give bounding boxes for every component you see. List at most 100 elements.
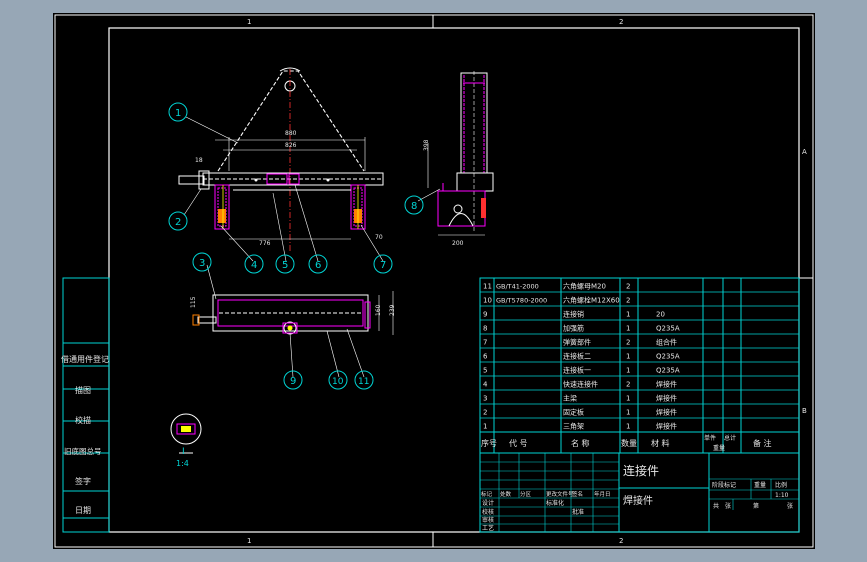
dim-front-880: 880: [285, 130, 297, 137]
tb-role: 校核: [482, 508, 494, 516]
bom-row-material: 20: [656, 311, 665, 319]
balloon-9: 9: [290, 376, 296, 387]
bom-row-name: 主梁: [563, 394, 577, 403]
bom-row-code: GB/T5780-2000: [496, 297, 547, 305]
leaders: [183, 116, 441, 378]
tb-change-col: 标记: [481, 490, 493, 498]
bom-row-qty: 2: [626, 283, 630, 291]
bom-row-no: 7: [483, 339, 487, 347]
side-trace: 描图: [75, 385, 91, 395]
side-view: 398 200: [423, 71, 494, 247]
front-view: 880 826 776 18 70: [178, 67, 384, 253]
title-block: 连接件 焊接件 阶段标记 重量 比例 1:10 共 张 第 张 标记 处数 分区 更改…: [479, 452, 800, 533]
stage-mark: 阶段标记: [712, 481, 736, 489]
zone-col-1-top: 1: [247, 18, 251, 26]
bom-row-name: 连接板一: [563, 366, 591, 375]
tb-approve: 批准: [572, 508, 584, 516]
bom-head-name: 名 称: [571, 438, 590, 448]
zone-col-2-top: 2: [619, 18, 623, 26]
dim-side-200: 200: [452, 240, 464, 247]
balloon-10: 10: [332, 377, 344, 387]
title-main: 连接件: [623, 463, 659, 478]
dim-front-826: 826: [285, 142, 297, 149]
balloon-1: 1: [175, 108, 181, 119]
bom-row-no: 11: [483, 283, 492, 291]
bom-row-code: GB/T41-2000: [496, 283, 539, 291]
bom-head-weight: 重量: [713, 444, 725, 452]
bom-head-material: 材 料: [651, 438, 670, 448]
tb-change-col: 更改文件号: [546, 490, 574, 498]
zone-row-b: B: [802, 407, 807, 415]
balloon-3: 3: [199, 258, 205, 269]
bom-row-qty: 2: [626, 381, 630, 389]
scale-value: 1:10: [775, 492, 789, 499]
balloon-7: 7: [380, 260, 386, 271]
sheet-no-b: 张: [787, 502, 793, 510]
balloon-6: 6: [315, 260, 321, 271]
dim-front-70: 70: [375, 234, 383, 241]
sheet-no-a: 第: [753, 502, 759, 510]
bom-row-no: 9: [483, 311, 487, 319]
bom-row-material: 组合件: [656, 338, 677, 347]
sheet-total-b: 张: [725, 502, 731, 510]
bom-row-name: 连接销: [563, 310, 584, 319]
bom-row-name: 弹簧部件: [563, 338, 591, 347]
outer-border: [54, 14, 814, 548]
bom-row-no: 1: [483, 423, 487, 431]
bom-row-name: 六角螺栓M12X60: [563, 296, 620, 305]
balloon-5: 5: [282, 260, 288, 271]
balloon-2: 2: [175, 217, 181, 228]
bom-row-no: 3: [483, 395, 487, 403]
bom-table: 11 GB/T41-2000 六角螺母M20 210 GB/T5780-2000 六角螺栓…: [479, 277, 800, 454]
tb-change-col: 签名: [572, 490, 583, 498]
side-check: 校描: [75, 415, 91, 425]
tb-role: 设计: [482, 499, 494, 507]
bom-row-qty: 1: [626, 409, 630, 417]
sheet-total-a: 共: [713, 502, 719, 510]
title-sub: 焊接件: [623, 494, 653, 507]
bom-row-material: Q235A: [656, 325, 680, 333]
dim-front-776: 776: [259, 240, 271, 247]
detail-scale: 1:4: [176, 459, 189, 468]
bom-row-material: 焊接件: [656, 408, 677, 417]
dim-front-18: 18: [195, 157, 203, 164]
top-view: 160 239 115: [190, 291, 396, 335]
tb-change-col: 分区: [520, 490, 532, 498]
tb-standardization: 标准化: [546, 499, 564, 507]
bom-row-no: 4: [483, 381, 488, 389]
dim-side-398: 398: [423, 139, 430, 151]
bom-head-total: 总计: [724, 434, 736, 442]
balloon-4: 4: [251, 260, 257, 271]
bom-row-name: 连接板二: [563, 352, 591, 361]
bom-row-name: 六角螺母M20: [563, 282, 606, 291]
bom-row-qty: 2: [626, 297, 630, 305]
bom-row-no: 5: [483, 367, 487, 375]
bom-row-material: Q235A: [656, 353, 680, 361]
bom-row-qty: 2: [626, 339, 630, 347]
cad-drawing: 1 2 1 2 A B 借通用件登记 描图 校描 旧底图总号 签字 日期 880…: [54, 14, 814, 548]
zone-row-a: A: [802, 148, 807, 156]
tb-role: 审核: [482, 516, 494, 524]
bom-row-material: 焊接件: [656, 380, 677, 389]
bom-row-name: 三角架: [563, 422, 584, 431]
weight-label: 重量: [754, 481, 766, 489]
bom-head-no: 序号: [481, 438, 497, 448]
side-sign: 签字: [75, 476, 91, 486]
side-borrow: 借通用件登记: [61, 354, 109, 364]
detail-view: I 1:4: [170, 413, 202, 468]
balloon-11: 11: [358, 377, 369, 387]
dim-top-160: 160: [375, 304, 382, 316]
side-old-no: 旧底图总号: [64, 446, 102, 456]
tb-change-col: 年月日: [594, 490, 611, 498]
bom-row-no: 10: [483, 297, 492, 305]
bom-row-qty: 1: [626, 395, 630, 403]
bom-row-material: 焊接件: [656, 422, 677, 431]
bom-row-name: 快速连接件: [563, 380, 598, 389]
bom-row-name: 加强筋: [563, 324, 584, 333]
side-table: 借通用件登记 描图 校描 旧底图总号 签字 日期: [61, 277, 110, 533]
bom-row-qty: 1: [626, 367, 630, 375]
balloon-8: 8: [411, 201, 417, 212]
bom-head-remarks: 备 注: [753, 438, 772, 448]
side-date: 日期: [75, 506, 91, 515]
bom-row-qty: 1: [626, 353, 630, 361]
